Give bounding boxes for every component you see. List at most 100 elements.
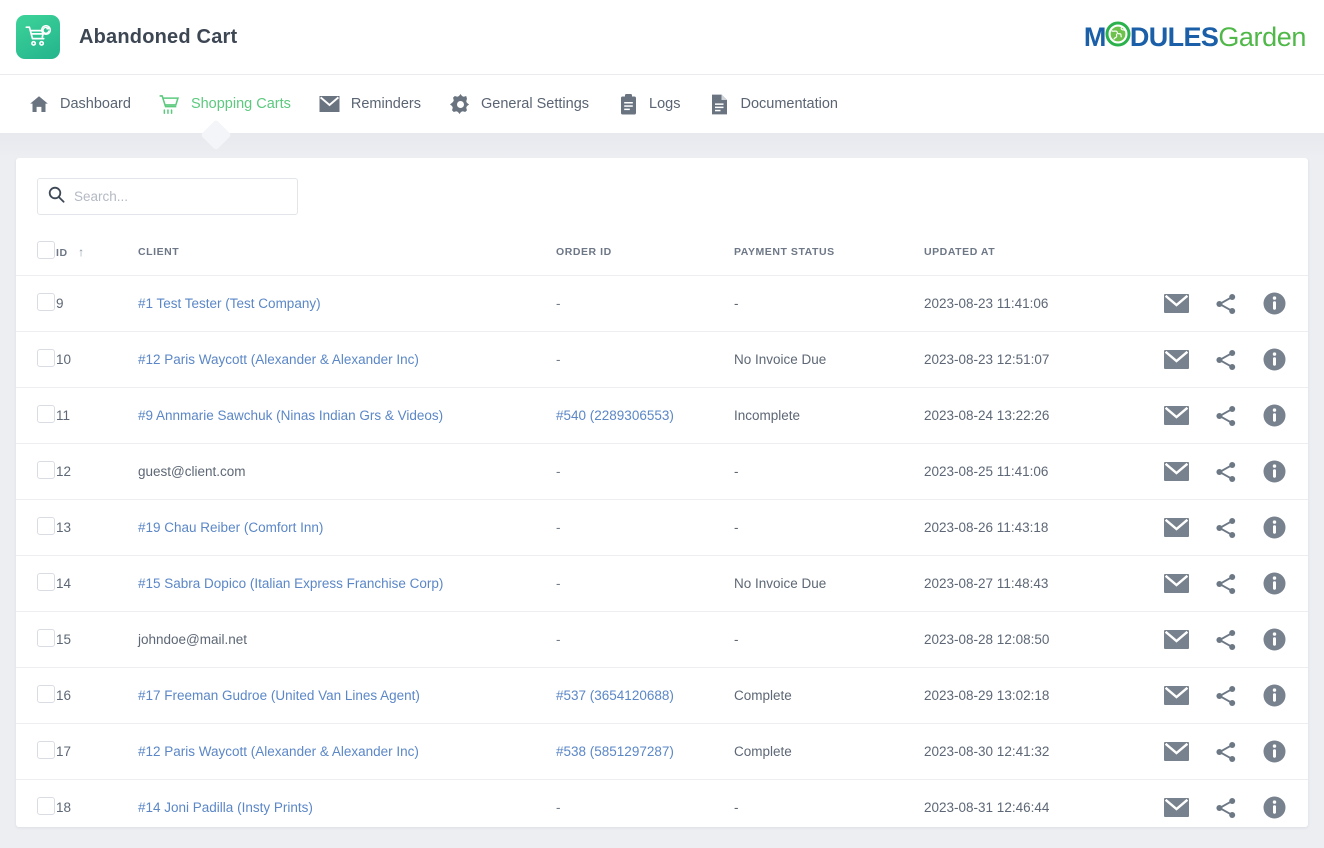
cart-icon	[159, 93, 181, 115]
row-select-cell	[16, 612, 56, 668]
row-checkbox[interactable]	[37, 629, 55, 647]
row-select-cell	[16, 500, 56, 556]
row-action-share-icon[interactable]	[1215, 517, 1237, 539]
row-checkbox[interactable]	[37, 741, 55, 759]
order-link[interactable]: #538 (5851297287)	[556, 744, 674, 759]
column-header-order-id[interactable]: ORDER ID	[556, 215, 734, 276]
row-action-info-icon[interactable]	[1263, 572, 1286, 595]
table-row[interactable]: 10 #12 Paris Waycott (Alexander & Alexan…	[16, 332, 1308, 388]
row-action-info-icon[interactable]	[1263, 740, 1286, 763]
cell-id: 15	[56, 612, 138, 668]
row-action-envelope-icon[interactable]	[1164, 574, 1189, 593]
order-link[interactable]: #537 (3654120688)	[556, 688, 674, 703]
order-text: -	[556, 520, 561, 535]
search-box[interactable]	[37, 178, 298, 215]
nav-item-shopping-carts[interactable]: Shopping Carts	[145, 75, 305, 133]
row-action-envelope-icon[interactable]	[1164, 294, 1189, 313]
row-action-envelope-icon[interactable]	[1164, 406, 1189, 425]
row-action-info-icon[interactable]	[1263, 292, 1286, 315]
search-input[interactable]	[74, 189, 287, 204]
row-action-info-icon[interactable]	[1263, 516, 1286, 539]
row-checkbox[interactable]	[37, 517, 55, 535]
column-header-id[interactable]: ID ↑	[56, 215, 138, 276]
row-action-info-icon[interactable]	[1263, 628, 1286, 651]
table-row[interactable]: 9 #1 Test Tester (Test Company) - - 2023…	[16, 276, 1308, 332]
order-text: -	[556, 576, 561, 591]
cell-updated-at: 2023-08-25 11:41:06	[924, 444, 1140, 500]
row-action-share-icon[interactable]	[1215, 349, 1237, 371]
cell-id: 14	[56, 556, 138, 612]
row-checkbox[interactable]	[37, 293, 55, 311]
table-header: ID ↑ CLIENT ORDER ID PAYMENT STATUS UPDA…	[16, 215, 1308, 276]
cell-order-id: #540 (2289306553)	[556, 388, 734, 444]
row-action-share-icon[interactable]	[1215, 741, 1237, 763]
row-action-share-icon[interactable]	[1215, 461, 1237, 483]
row-checkbox[interactable]	[37, 405, 55, 423]
row-action-info-icon[interactable]	[1263, 348, 1286, 371]
client-link[interactable]: #12 Paris Waycott (Alexander & Alexander…	[138, 744, 419, 759]
column-header-updated-at[interactable]: UPDATED AT	[924, 215, 1140, 276]
row-action-info-icon[interactable]	[1263, 684, 1286, 707]
row-select-cell	[16, 556, 56, 612]
nav-item-reminders[interactable]: Reminders	[305, 75, 435, 133]
row-action-envelope-icon[interactable]	[1164, 462, 1189, 481]
nav-item-general-settings[interactable]: General Settings	[435, 75, 603, 133]
client-link[interactable]: #12 Paris Waycott (Alexander & Alexander…	[138, 352, 419, 367]
row-action-share-icon[interactable]	[1215, 685, 1237, 707]
row-action-share-icon[interactable]	[1215, 629, 1237, 651]
cell-client: #17 Freeman Gudroe (United Van Lines Age…	[138, 668, 556, 724]
row-action-share-icon[interactable]	[1215, 573, 1237, 595]
row-action-info-icon[interactable]	[1263, 460, 1286, 483]
row-action-envelope-icon[interactable]	[1164, 742, 1189, 761]
nav-item-dashboard[interactable]: Dashboard	[14, 75, 145, 133]
column-header-payment-status[interactable]: PAYMENT STATUS	[734, 215, 924, 276]
page-title: Abandoned Cart	[79, 26, 237, 49]
row-checkbox[interactable]	[37, 685, 55, 703]
nav-label-logs: Logs	[649, 96, 680, 112]
row-checkbox[interactable]	[37, 349, 55, 367]
client-link[interactable]: #15 Sabra Dopico (Italian Express Franch…	[138, 576, 443, 591]
column-header-client[interactable]: CLIENT	[138, 215, 556, 276]
table-row[interactable]: 13 #19 Chau Reiber (Comfort Inn) - - 202…	[16, 500, 1308, 556]
row-action-share-icon[interactable]	[1215, 405, 1237, 427]
row-action-share-icon[interactable]	[1215, 797, 1237, 819]
row-action-envelope-icon[interactable]	[1164, 798, 1189, 817]
row-action-share-icon[interactable]	[1215, 293, 1237, 315]
table-row[interactable]: 16 #17 Freeman Gudroe (United Van Lines …	[16, 668, 1308, 724]
client-link[interactable]: #9 Annmarie Sawchuk (Ninas Indian Grs & …	[138, 408, 443, 423]
gear-icon	[449, 93, 471, 115]
client-link[interactable]: #1 Test Tester (Test Company)	[138, 296, 321, 311]
nav-item-logs[interactable]: Logs	[603, 75, 694, 133]
table-row[interactable]: 15 johndoe@mail.net - - 2023-08-28 12:08…	[16, 612, 1308, 668]
client-link[interactable]: #14 Joni Padilla (Insty Prints)	[138, 800, 313, 815]
cell-client: johndoe@mail.net	[138, 612, 556, 668]
table-row[interactable]: 17 #12 Paris Waycott (Alexander & Alexan…	[16, 724, 1308, 780]
cell-updated-at: 2023-08-26 11:43:18	[924, 500, 1140, 556]
row-action-envelope-icon[interactable]	[1164, 518, 1189, 537]
table-row[interactable]: 14 #15 Sabra Dopico (Italian Express Fra…	[16, 556, 1308, 612]
row-checkbox[interactable]	[37, 461, 55, 479]
table-row[interactable]: 11 #9 Annmarie Sawchuk (Ninas Indian Grs…	[16, 388, 1308, 444]
client-link[interactable]: #19 Chau Reiber (Comfort Inn)	[138, 520, 323, 535]
cell-order-id: -	[556, 780, 734, 828]
table-row[interactable]: 18 #14 Joni Padilla (Insty Prints) - - 2…	[16, 780, 1308, 828]
row-select-cell	[16, 668, 56, 724]
cell-order-id: -	[556, 556, 734, 612]
order-link[interactable]: #540 (2289306553)	[556, 408, 674, 423]
row-action-envelope-icon[interactable]	[1164, 350, 1189, 369]
cell-client: #14 Joni Padilla (Insty Prints)	[138, 780, 556, 828]
row-checkbox[interactable]	[37, 573, 55, 591]
cell-updated-at: 2023-08-29 13:02:18	[924, 668, 1140, 724]
row-action-envelope-icon[interactable]	[1164, 686, 1189, 705]
table-row[interactable]: 12 guest@client.com - - 2023-08-25 11:41…	[16, 444, 1308, 500]
nav-label-documentation: Documentation	[740, 96, 838, 112]
row-select-cell	[16, 444, 56, 500]
order-text: -	[556, 632, 561, 647]
client-link[interactable]: #17 Freeman Gudroe (United Van Lines Age…	[138, 688, 420, 703]
row-checkbox[interactable]	[37, 797, 55, 815]
row-action-info-icon[interactable]	[1263, 796, 1286, 819]
row-action-info-icon[interactable]	[1263, 404, 1286, 427]
nav-item-documentation[interactable]: Documentation	[694, 75, 852, 133]
row-action-envelope-icon[interactable]	[1164, 630, 1189, 649]
select-all-checkbox[interactable]	[37, 241, 55, 259]
